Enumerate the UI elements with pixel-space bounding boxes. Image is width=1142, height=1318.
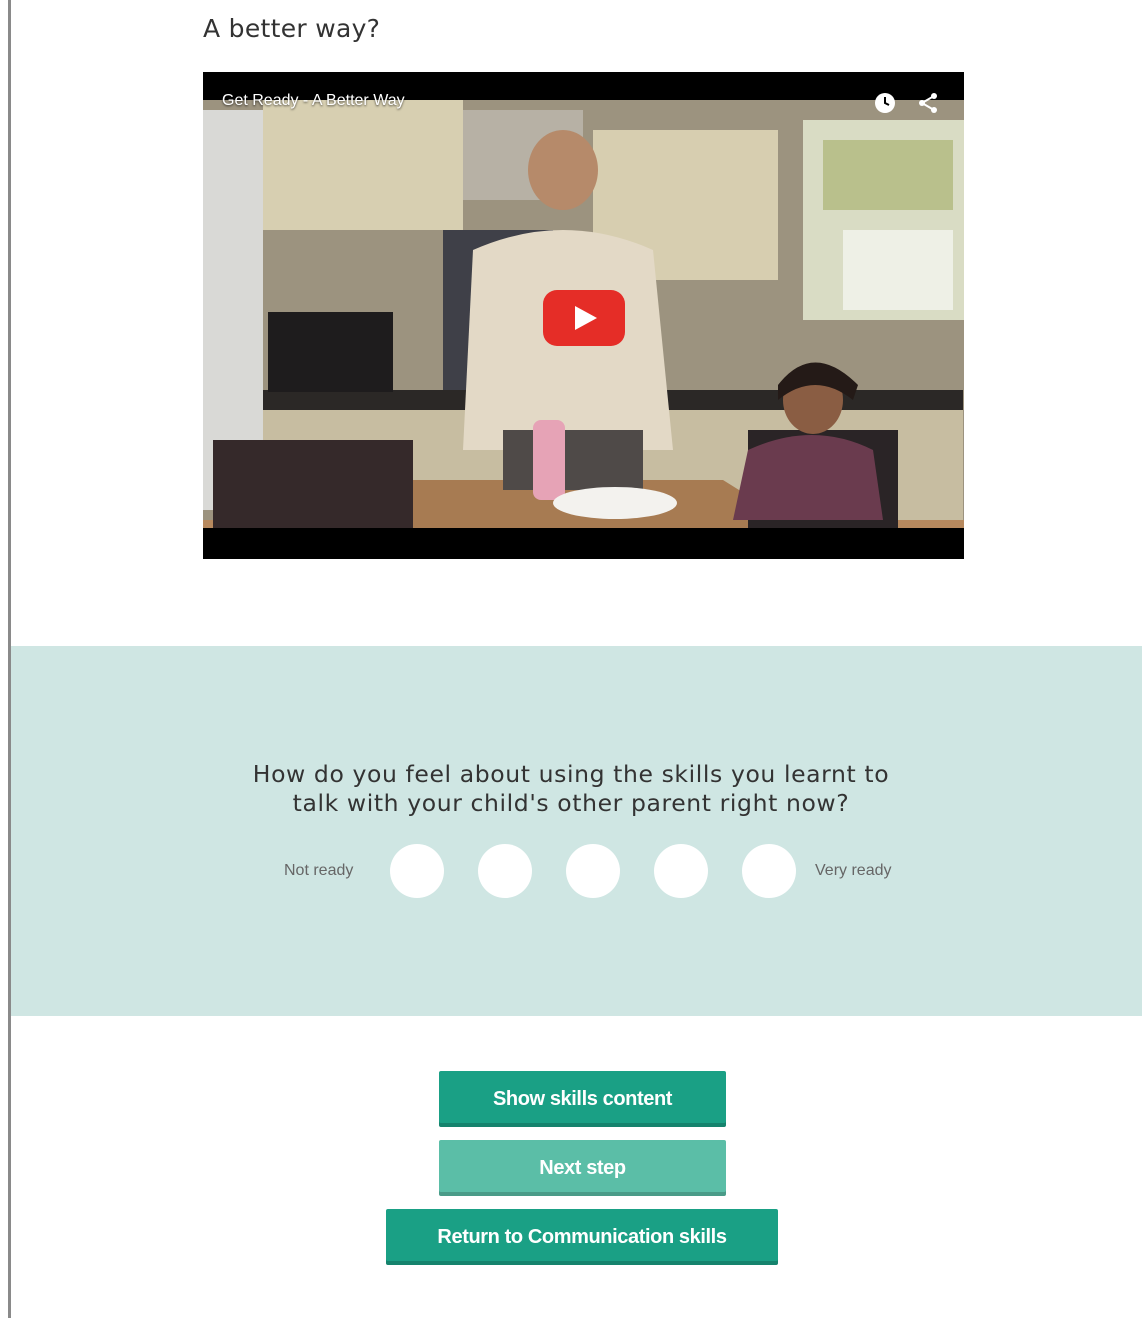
video-bottom-bar (203, 528, 964, 559)
readiness-scale: Not ready Very ready (0, 844, 1142, 900)
survey-question-line-1: How do you feel about using the skills y… (252, 760, 890, 788)
readiness-survey: How do you feel about using the skills y… (11, 646, 1142, 1016)
return-to-communication-skills-button[interactable]: Return to Communication skills (386, 1209, 778, 1265)
video-player[interactable]: Get Ready - A Better Way (203, 72, 964, 559)
clock-icon[interactable] (872, 90, 898, 116)
next-step-button[interactable]: Next step (439, 1140, 726, 1196)
scale-option-2[interactable] (478, 844, 532, 898)
scale-min-label: Not ready (284, 862, 354, 879)
scale-option-1[interactable] (390, 844, 444, 898)
share-icon[interactable] (915, 90, 941, 116)
scale-option-5[interactable] (742, 844, 796, 898)
scale-max-label: Very ready (815, 862, 892, 879)
show-skills-content-button[interactable]: Show skills content (439, 1071, 726, 1127)
video-title[interactable]: Get Ready - A Better Way (222, 92, 405, 110)
play-icon (543, 290, 625, 346)
scale-option-4[interactable] (654, 844, 708, 898)
survey-question-line-2: talk with your child's other parent righ… (292, 789, 850, 817)
play-button[interactable] (543, 290, 625, 346)
scale-option-3[interactable] (566, 844, 620, 898)
survey-question: How do you feel about using the skills y… (0, 760, 1142, 818)
section-title: A better way? (203, 14, 381, 43)
